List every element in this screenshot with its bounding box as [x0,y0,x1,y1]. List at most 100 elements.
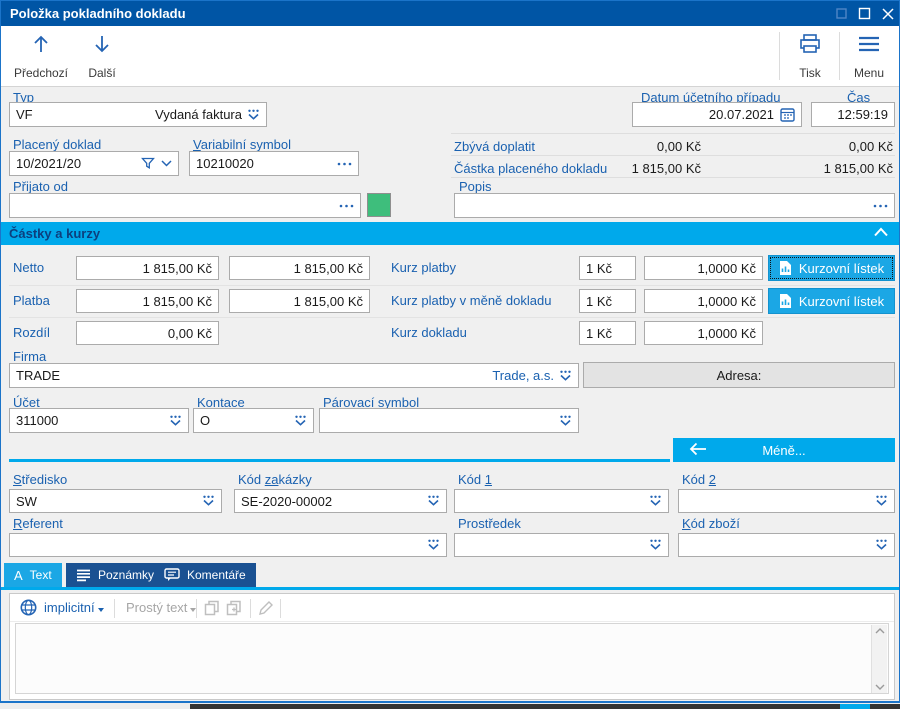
globe-icon [20,599,37,616]
menu-label: Menu [853,66,885,80]
rozdil-field[interactable]: 0,00 Kč [76,321,219,345]
adresa-button[interactable]: Adresa: [583,362,895,388]
kurz-dokladu-value[interactable]: 1,0000 Kč [644,321,763,345]
divider-accent [9,459,670,462]
vertical-scrollbar[interactable] [871,625,887,693]
combo-dropdown-icon[interactable] [294,415,307,427]
combo-dropdown-icon[interactable] [649,539,662,551]
ellipsis-icon[interactable] [337,162,352,166]
previous-button[interactable]: Předchozí [9,30,73,83]
filter-icon[interactable] [141,157,155,170]
scroll-up-icon[interactable] [875,628,885,634]
chart-document-icon [779,260,792,276]
netto-field-2[interactable]: 1 815,00 Kč [229,256,370,280]
tab-underline [1,587,899,590]
kurz-platby-mena[interactable]: 1 Kč [579,256,636,280]
firma-field[interactable]: TRADE Trade, a.s. [9,363,579,388]
popis-field[interactable] [454,193,895,218]
popis-label: Popis [459,179,492,194]
platba-field-2[interactable]: 1 815,00 Kč [229,289,370,313]
variabilni-symbol-value: 10210020 [196,156,254,171]
kurzovni-listek-button-1[interactable]: Kurzovní lístek [768,255,895,281]
paste-icon[interactable] [226,600,242,616]
tab-komentare[interactable]: Komentáře [154,563,256,587]
kod1-field[interactable] [454,489,669,513]
ellipsis-icon[interactable] [339,204,354,208]
combo-dropdown-icon[interactable] [202,495,215,507]
arrow-down-icon [91,33,113,55]
tab-poznamky[interactable]: Poznámky [66,563,165,587]
section-header-castky-a-kurzy[interactable]: Částky a kurzy [1,222,899,245]
format-selector[interactable]: Prostý text [126,600,197,615]
edit-pencil-icon[interactable] [258,600,274,616]
maximize-icon[interactable] [858,7,871,20]
combo-dropdown-icon[interactable] [559,370,572,382]
previous-label: Předchozí [13,66,69,80]
combo-dropdown-icon[interactable] [169,415,182,427]
referent-field[interactable] [9,533,447,557]
chevron-down-icon[interactable] [161,160,172,167]
kod-zbozi-field[interactable] [678,533,895,557]
stredisko-field[interactable]: SW [9,489,222,513]
mene-button[interactable]: Méně... [673,438,895,462]
typ-name: Vydaná faktura [155,107,242,122]
language-selector[interactable]: implicitní [44,600,104,615]
combo-dropdown-icon[interactable] [427,539,440,551]
print-button[interactable]: Tisk [785,30,835,83]
kod2-field[interactable] [678,489,895,513]
zbyva-doplatit-label: Zbývá doplatit [454,139,535,154]
toolbar-separator [839,32,840,80]
firma-label: Firma [13,349,47,364]
ucet-field[interactable]: 311000 [9,408,189,433]
divider [280,599,281,618]
copy-icon[interactable] [204,600,220,616]
divider [250,599,251,618]
kod-zakazky-field[interactable]: SE-2020-00002 [234,489,447,513]
cas-field[interactable]: 12:59:19 [811,102,895,127]
combo-dropdown-icon[interactable] [875,495,888,507]
menu-button[interactable]: Menu [843,30,895,83]
prijato-od-field[interactable] [9,193,361,218]
netto-field-1[interactable]: 1 815,00 Kč [76,256,219,280]
firma-name: Trade, a.s. [492,368,554,383]
divider [196,599,197,618]
scroll-down-icon[interactable] [875,684,885,690]
close-icon[interactable] [881,7,895,21]
prostredek-label: Prostředek [458,516,521,531]
tab-text[interactable]: A Text [4,563,62,587]
placeny-doklad-value: 10/2021/20 [16,156,82,171]
placeny-doklad-field[interactable]: 10/2021/20 [9,151,179,176]
prostredek-field[interactable] [454,533,669,557]
kurz-platby-mena-2[interactable]: 1 Kč [579,289,636,313]
caret-down-icon [97,608,104,612]
combo-dropdown-icon[interactable] [247,109,260,121]
letter-a-icon: A [14,567,23,583]
combo-dropdown-icon[interactable] [427,495,440,507]
kurzovni-listek-button-2[interactable]: Kurzovní lístek [768,288,895,314]
datum-field[interactable]: 20.07.2021 [632,102,802,127]
zbyva-doplatit-right: 0,00 Kč [848,139,893,154]
typ-code: VF [16,107,33,122]
titlebar[interactable]: Položka pokladního dokladu [1,1,899,26]
variabilni-symbol-field[interactable]: 10210020 [189,151,359,176]
parovaci-symbol-field[interactable] [319,408,579,433]
text-content-area[interactable] [15,623,889,694]
kurz-platby-value[interactable]: 1,0000 Kč [644,256,763,280]
typ-field[interactable]: VF Vydaná faktura [9,102,267,127]
kontace-field[interactable]: O [193,408,314,433]
platba-field-1[interactable]: 1 815,00 Kč [76,289,219,313]
hamburger-icon [856,33,882,55]
color-swatch-button[interactable] [367,193,391,217]
ellipsis-icon[interactable] [873,204,888,208]
calendar-icon[interactable] [780,107,795,122]
kurz-dokladu-mena[interactable]: 1 Kč [579,321,636,345]
combo-dropdown-icon[interactable] [559,415,572,427]
kurz-platby-value-2[interactable]: 1,0000 Kč [644,289,763,313]
collapse-chevron-up-icon[interactable] [873,227,889,237]
combo-dropdown-icon[interactable] [875,539,888,551]
divider [9,285,895,286]
float-window-icon[interactable] [835,7,848,20]
kod-zakazky-label: Kód zakázky [238,472,312,487]
combo-dropdown-icon[interactable] [649,495,662,507]
next-button[interactable]: Další [77,30,127,83]
